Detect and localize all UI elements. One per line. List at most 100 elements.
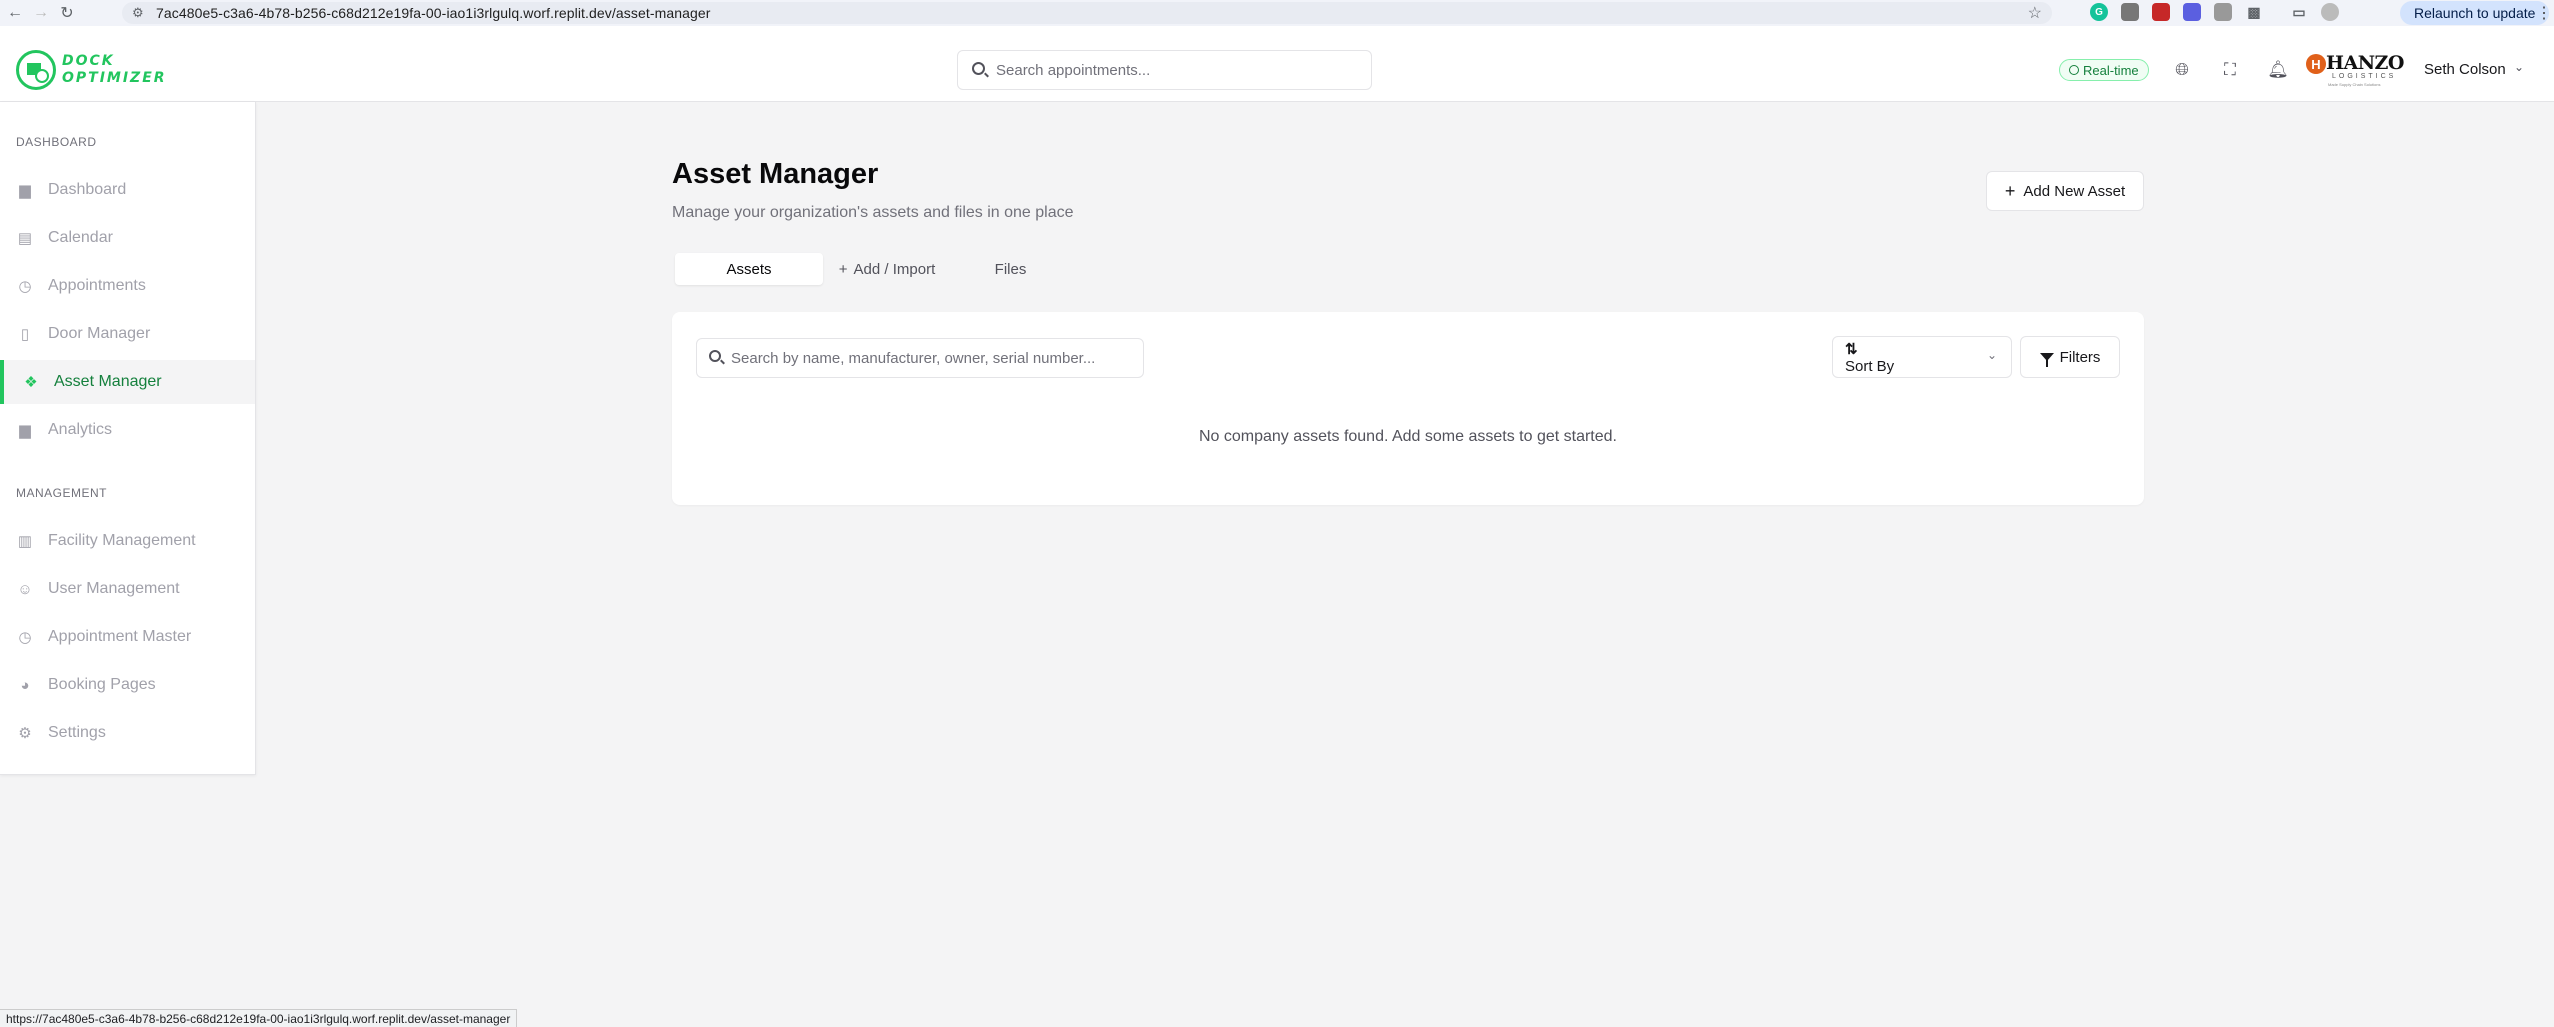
sort-by-select[interactable]: ⇅ Sort By ⌄ — [1832, 336, 2012, 378]
site-info-icon[interactable]: ⚙ — [132, 5, 144, 21]
tab-add-import-label: Add / Import — [853, 260, 936, 278]
calendar-icon: ▤ — [17, 230, 33, 247]
filters-label: Filters — [2059, 348, 2101, 366]
plus-icon: + — [2004, 181, 2016, 201]
sidebar-item-user-management[interactable]: ☺ User Management — [0, 567, 255, 611]
address-bar[interactable]: ⚙ 7ac480e5-c3a6-4b78-b256-c68d212e19fa-0… — [122, 2, 2052, 24]
plus-icon: + — [838, 260, 848, 278]
extension-icon[interactable] — [2183, 3, 2201, 21]
sidebar-item-label: Analytics — [48, 421, 113, 438]
page-title: Asset Manager — [672, 158, 879, 190]
address-bar-url: 7ac480e5-c3a6-4b78-b256-c68d212e19fa-00-… — [156, 5, 711, 21]
sidebar-item-appointments[interactable]: ◷ Appointments — [0, 264, 255, 308]
chevron-down-icon: ⌄ — [1986, 348, 1997, 362]
search-icon — [709, 350, 721, 362]
sidebar-item-calendar[interactable]: ▤ Calendar — [0, 216, 255, 260]
logo-text-line2: OPTIMIZER — [62, 70, 167, 86]
chevron-down-icon[interactable]: ⌄ — [2514, 60, 2524, 74]
org-logo-subtitle: LOGISTICS — [2332, 73, 2397, 80]
assets-card: ⇅ Sort By ⌄ Filters No company assets fo… — [672, 312, 2144, 505]
hanzo-mark-icon: H — [2306, 54, 2326, 74]
profile-icon[interactable] — [2321, 3, 2339, 21]
cast-icon[interactable]: ▭ — [2290, 3, 2308, 21]
sidebar-item-label: Asset Manager — [54, 373, 162, 390]
realtime-badge: Real-time — [2059, 59, 2149, 81]
sidebar-item-label: Facility Management — [48, 532, 196, 549]
sidebar-item-label: Appointment Master — [48, 628, 192, 645]
add-new-asset-label: Add New Asset — [2023, 182, 2126, 200]
realtime-icon — [2069, 65, 2079, 75]
sidebar-item-settings[interactable]: ⚙ Settings — [0, 711, 255, 755]
sidebar-item-asset-manager[interactable]: ❖ Asset Manager — [0, 360, 255, 404]
tab-assets[interactable]: Assets — [675, 253, 823, 285]
globe-icon[interactable]: 🌐︎ — [2172, 60, 2192, 80]
appointment-search-input[interactable] — [996, 61, 1356, 79]
filter-icon — [2039, 353, 2054, 367]
sort-arrows-icon: ⇅ — [1845, 341, 1858, 358]
sidebar-item-label: User Management — [48, 580, 180, 597]
extension-icon[interactable] — [2214, 3, 2232, 21]
asset-search-input[interactable] — [731, 349, 1131, 367]
empty-state-message: No company assets found. Add some assets… — [1198, 428, 1617, 445]
users-icon: ☺ — [17, 580, 33, 598]
sidebar-item-label: Booking Pages — [48, 676, 156, 693]
calendar-clock-icon: ◷ — [18, 629, 32, 646]
page-subtitle: Manage your organization's assets and fi… — [672, 204, 1074, 221]
org-logo-tagline: Made Supply Chain Solutions — [2328, 82, 2381, 87]
extension-icons: G ▩ ▭ — [2090, 3, 2339, 21]
extension-icon[interactable] — [2121, 3, 2139, 21]
app-header: DOCK OPTIMIZER Real-time 🌐︎ ⛶ 🔔︎ H HANZO… — [0, 26, 2554, 102]
status-bar-url: https://7ac480e5-c3a6-4b78-b256-c68d212e… — [0, 1009, 518, 1027]
extension-icon[interactable] — [2152, 3, 2170, 21]
asset-tabs: Assets + Add / Import Files — [672, 250, 1072, 288]
logo-mark-icon — [16, 50, 56, 90]
bar-chart-icon: ▆ — [19, 182, 31, 199]
sidebar-item-label: Dashboard — [48, 181, 127, 198]
tab-add-import[interactable]: + Add / Import — [822, 253, 952, 285]
browser-toolbar: ← → ↻ ⚙ 7ac480e5-c3a6-4b78-b256-c68d212e… — [0, 0, 2554, 26]
relaunch-button[interactable]: Relaunch to update — [2400, 1, 2550, 25]
reload-icon[interactable]: ↻ — [56, 2, 78, 24]
asset-search[interactable] — [696, 338, 1144, 378]
org-logo-title: HANZO — [2326, 52, 2404, 74]
sidebar: DASHBOARD ▆ Dashboard ▤ Calendar ◷ Appoi… — [0, 102, 256, 775]
search-icon — [972, 62, 985, 75]
sidebar-item-appointment-master[interactable]: ◷ Appointment Master — [0, 615, 255, 659]
puzzle-icon[interactable]: ▩ — [2245, 3, 2263, 21]
filters-button[interactable]: Filters — [2020, 336, 2120, 378]
bar-chart-icon: ▆ — [19, 422, 31, 439]
building-icon: ▥ — [17, 533, 33, 550]
more-menu-icon[interactable]: ⋮ — [2536, 3, 2552, 23]
tab-files[interactable]: Files — [952, 253, 1069, 285]
back-icon[interactable]: ← — [4, 2, 26, 24]
bell-icon[interactable]: 🔔︎ — [2267, 60, 2289, 80]
sidebar-section-management: MANAGEMENT — [16, 486, 108, 500]
sidebar-item-door-manager[interactable]: ▯ Door Manager — [0, 312, 255, 356]
sidebar-item-label: Door Manager — [48, 325, 151, 342]
sidebar-item-facility-management[interactable]: ▥ Facility Management — [0, 519, 255, 563]
organization-logo: H HANZO LOGISTICS Made Supply Chain Solu… — [2306, 52, 2404, 88]
dock-optimizer-logo[interactable]: DOCK OPTIMIZER — [16, 50, 167, 90]
sort-by-label: Sort By — [1845, 358, 1895, 375]
gear-icon: ⚙ — [18, 725, 32, 742]
asset-icon: ❖ — [24, 374, 38, 391]
calendar-clock-icon: ◷ — [18, 278, 32, 295]
add-new-asset-button[interactable]: + Add New Asset — [1986, 171, 2144, 211]
sidebar-item-label: Appointments — [48, 277, 146, 294]
fullscreen-icon[interactable]: ⛶ — [2220, 60, 2240, 80]
logo-text-line1: DOCK — [62, 53, 115, 69]
globe-icon: ◕ — [20, 676, 30, 694]
user-menu[interactable]: Seth Colson — [2424, 61, 2506, 78]
realtime-label: Real-time — [2083, 62, 2139, 78]
sidebar-item-label: Settings — [48, 724, 106, 741]
bookmark-star-icon[interactable]: ☆ — [2028, 3, 2042, 23]
sidebar-item-booking-pages[interactable]: ◕ Booking Pages — [0, 663, 255, 707]
grammarly-icon[interactable]: G — [2090, 3, 2108, 21]
door-icon: ▯ — [20, 326, 30, 343]
sidebar-item-label: Calendar — [48, 229, 113, 246]
appointment-search[interactable] — [957, 50, 1372, 90]
sidebar-section-dashboard: DASHBOARD — [16, 135, 97, 149]
sidebar-item-dashboard[interactable]: ▆ Dashboard — [0, 168, 255, 212]
sidebar-item-analytics[interactable]: ▆ Analytics — [0, 408, 255, 452]
forward-icon[interactable]: → — [30, 2, 52, 24]
